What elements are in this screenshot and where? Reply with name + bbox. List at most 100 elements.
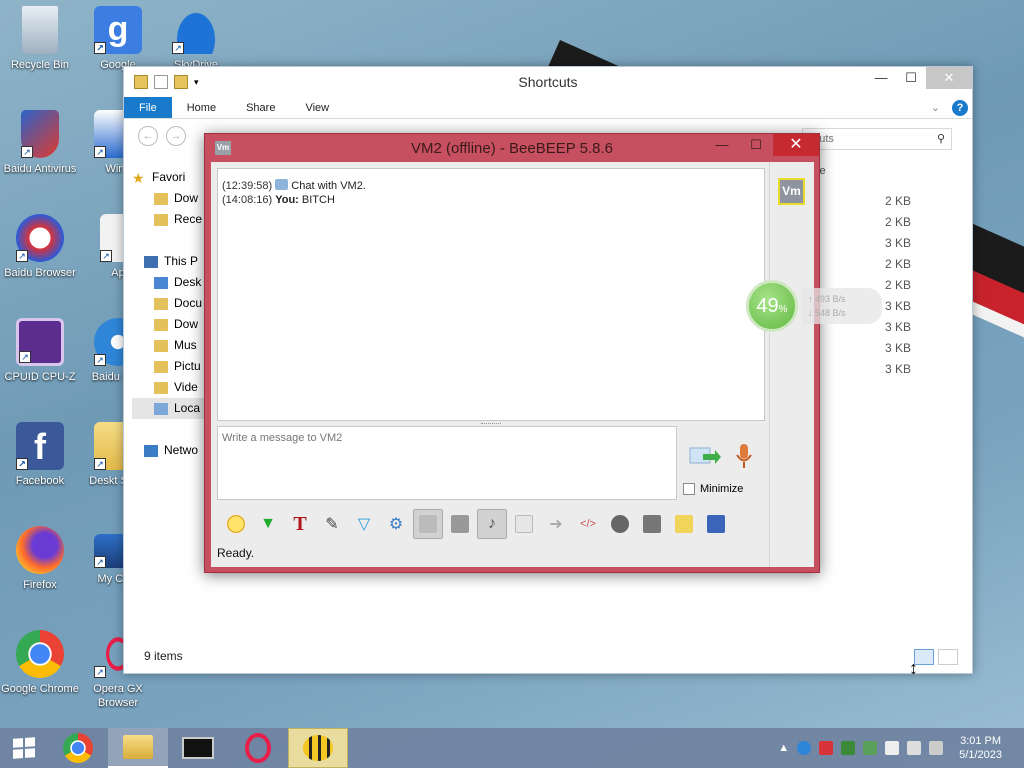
notes-button[interactable] — [669, 509, 699, 539]
html-button[interactable]: </> — [573, 509, 603, 539]
chat-message: (14:08:16) You: BITCH — [222, 193, 760, 207]
color-button[interactable]: ✎ — [317, 509, 347, 539]
nav-item-label: Mus — [174, 338, 197, 352]
app-tray-icon[interactable] — [863, 741, 878, 755]
shield-icon[interactable] — [819, 741, 834, 755]
help-icon[interactable]: ? — [952, 99, 968, 116]
facebook-icon: f ↗ — [16, 422, 64, 470]
file-size: 2 KB — [884, 257, 911, 271]
filter-button[interactable]: ▽ — [349, 509, 379, 539]
minimize-button[interactable]: — — [866, 67, 896, 89]
desktop-icon-label: Baidu Antivirus — [3, 163, 77, 175]
notes-icon — [675, 515, 693, 533]
close-button[interactable]: ✕ — [773, 134, 819, 156]
taskbar-file-explorer[interactable] — [108, 728, 168, 768]
desktop-icon-baidu-antivirus[interactable]: ↗ Baidu Antivirus — [0, 110, 80, 176]
desktop-icon-label: Facebook — [15, 475, 65, 487]
taskbar-beebeep[interactable] — [288, 728, 348, 768]
emoticon-button[interactable] — [221, 509, 251, 539]
desktop-icon-label: Baidu Browser — [4, 267, 76, 279]
network-icon[interactable] — [907, 741, 922, 755]
tab-share[interactable]: Share — [231, 97, 290, 118]
save-chat-button[interactable] — [509, 509, 539, 539]
sound-button[interactable]: ♪ — [477, 509, 507, 539]
file-size: 2 KB — [884, 215, 911, 229]
chat-message: (12:39:58) Chat with VM2. — [222, 179, 760, 193]
splitter-handle[interactable] — [481, 423, 501, 425]
message-input[interactable]: Write a message to VM2 — [217, 426, 677, 500]
send-icon[interactable] — [689, 445, 721, 469]
message-sender: You: — [275, 194, 299, 206]
resize-cursor-icon: ↕ — [909, 658, 918, 678]
desktop-icon-google[interactable]: g ↗ Google — [78, 6, 158, 72]
save-button[interactable] — [701, 509, 731, 539]
share-button[interactable]: ➜ — [541, 509, 571, 539]
font-icon: T — [293, 512, 307, 535]
desktop-icon-baidu-browser[interactable]: ↗ Baidu Browser — [0, 214, 80, 280]
close-button[interactable]: ✕ — [926, 67, 972, 89]
desktop-icon-facebook[interactable]: f ↗ Facebook — [0, 422, 80, 488]
message-time: (14:08:16) — [222, 194, 273, 206]
back-button[interactable]: ← — [138, 126, 158, 146]
taskbar-opera-gx[interactable] — [228, 728, 288, 768]
clock[interactable]: 3:01 PM 5/1/2023 — [959, 734, 1016, 762]
spellcheck-icon — [419, 515, 437, 533]
beebeep-user-panel: Vm — [769, 162, 814, 567]
minimize-checkbox[interactable]: Minimize — [683, 483, 743, 495]
explorer-titlebar[interactable]: ▾ Shortcuts — ☐ ✕ — [124, 67, 972, 97]
beebeep-titlebar[interactable]: Vm VM2 (offline) - BeeBEEP 5.8.6 — ☐ ✕ — [205, 134, 819, 162]
explorer-title: Shortcuts — [518, 74, 578, 90]
folder-icon — [154, 318, 168, 331]
computer-icon — [144, 255, 158, 268]
tab-home[interactable]: Home — [172, 97, 231, 118]
desktop-icon-firefox[interactable]: Firefox — [0, 526, 80, 592]
desktop-icon-google-chrome[interactable]: Google Chrome — [0, 630, 80, 696]
microphone-icon[interactable] — [734, 442, 754, 472]
network-monitor-widget[interactable]: ↑ 493 B/s ↓ 548 B/s 49% — [746, 280, 886, 332]
desktop-icon-recycle-bin[interactable]: Recycle Bin — [0, 6, 80, 72]
chevron-down-icon[interactable]: ⌄ — [931, 101, 940, 114]
chat-history[interactable]: (12:39:58) Chat with VM2. (14:08:16) You… — [217, 168, 765, 421]
flag-icon[interactable] — [885, 741, 900, 755]
floppy-icon — [707, 515, 725, 533]
settings-button[interactable]: ⚙ — [381, 509, 411, 539]
desktop-icon-label: CPUID CPU-Z — [4, 371, 76, 383]
message-input-placeholder: Write a message to VM2 — [222, 432, 343, 444]
beebeep-window[interactable]: Vm VM2 (offline) - BeeBEEP 5.8.6 — ☐ ✕ (… — [204, 133, 820, 573]
minimize-button[interactable]: — — [705, 134, 739, 156]
desktop-icon-label: Firefox — [23, 579, 57, 591]
start-button[interactable] — [0, 728, 48, 768]
font-button[interactable]: T — [285, 509, 315, 539]
show-hidden-icons[interactable]: ▲ — [778, 742, 789, 754]
history-button[interactable] — [605, 509, 635, 539]
network-rates: ↑ 493 B/s ↓ 548 B/s — [802, 288, 882, 324]
maximize-button[interactable]: ☐ — [896, 67, 926, 89]
tab-file[interactable]: File — [124, 97, 172, 118]
search-icon[interactable]: ⚲ — [937, 129, 945, 149]
completer-button[interactable] — [445, 509, 475, 539]
spellcheck-button[interactable] — [413, 509, 443, 539]
taskbar-command-prompt[interactable] — [168, 728, 228, 768]
cloud-icon: ↗ — [172, 6, 220, 54]
maximize-button[interactable]: ☐ — [739, 134, 773, 156]
large-icons-view-button[interactable] — [938, 649, 958, 665]
screenshot-button[interactable] — [637, 509, 667, 539]
baidu-fast-tray-icon[interactable] — [797, 741, 812, 755]
search-input[interactable]: rtcuts ⚲ — [802, 128, 952, 150]
taskbar-chrome[interactable] — [48, 728, 108, 768]
google-icon: g ↗ — [94, 6, 142, 54]
collapse-button[interactable]: ▼ — [253, 509, 283, 539]
desktop-icon-skydrive[interactable]: ↗ SkyDrive — [156, 6, 236, 72]
code-icon: </> — [580, 518, 596, 530]
cpu-tray-icon[interactable] — [841, 741, 856, 755]
nav-item-label: Favori — [152, 170, 186, 184]
user-avatar[interactable]: Vm — [778, 178, 805, 205]
speaker-muted-icon[interactable] — [929, 741, 944, 755]
download-rate: ↓ 548 B/s — [808, 308, 846, 318]
nav-item-label: Docu — [174, 296, 203, 310]
tab-view[interactable]: View — [290, 97, 344, 118]
smiley-icon — [227, 515, 245, 533]
forward-button[interactable]: → — [166, 126, 186, 146]
desktop-icon-cpuz[interactable]: ↗ CPUID CPU-Z — [0, 318, 80, 384]
checkbox-box[interactable] — [683, 483, 695, 495]
